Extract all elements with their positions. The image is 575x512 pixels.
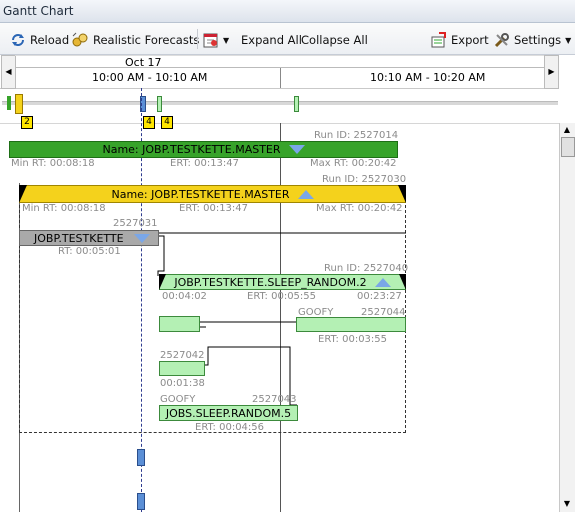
job-name: JOBS.SLEEP.RANDOM.5 [165, 406, 292, 420]
timeline-marker[interactable] [137, 449, 145, 466]
timeline-marker[interactable] [137, 493, 145, 510]
ert-label: ERT: 00:04:56 [195, 422, 265, 433]
job-bar-sleep-random-2[interactable]: JOBP.TESTKETTE.SLEEP_RANDOM.2 [159, 274, 406, 290]
job-bar-sleep-random-5[interactable]: JOBS.SLEEP.RANDOM.5 [159, 405, 298, 421]
host-label: GOOFY [160, 394, 196, 405]
arrow-up-icon[interactable]: ▲ [561, 125, 573, 135]
job-name: JOBP.TESTKETTE.SLEEP_RANDOM.2 [174, 275, 367, 289]
duration-label: 00:01:38 [160, 378, 205, 389]
end-time-label: 00:23:27 [357, 291, 402, 302]
job-id-label: 2527043 [252, 394, 297, 405]
dependency-lines [157, 232, 406, 406]
job-bar[interactable] [159, 361, 205, 376]
ert-label: ERT: 00:03:55 [318, 334, 388, 345]
job-bar-goofy[interactable] [296, 317, 406, 332]
start-time-label: 00:04:02 [162, 291, 207, 302]
job-id-label: 2527042 [160, 350, 205, 361]
scrollbar-thumb[interactable] [561, 137, 575, 157]
arrow-down-icon[interactable]: ▼ [561, 499, 573, 509]
job-bar[interactable] [159, 316, 200, 332]
vertical-scrollbar[interactable]: ▲ ▼ [559, 123, 575, 512]
chevron-down-icon: ▼ [565, 35, 572, 45]
run-id-label: Run ID: 2527040 [324, 263, 409, 274]
ert-label: ERT: 00:05:55 [247, 291, 317, 302]
bar-end-cap [399, 274, 406, 290]
expand-icon[interactable] [374, 277, 391, 287]
bar-start-cap [159, 274, 166, 290]
